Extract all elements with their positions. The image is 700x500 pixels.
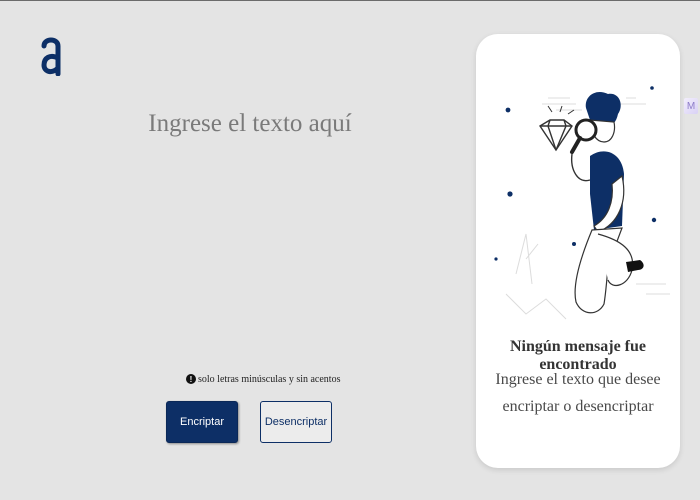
person-with-magnifying-glass-illustration xyxy=(494,86,670,320)
alura-logo-icon[interactable] xyxy=(40,34,62,76)
extension-icon[interactable]: M xyxy=(684,98,698,114)
encrypt-button[interactable]: Encriptar xyxy=(166,401,238,443)
empty-state-description: Ingrese el texto que desee encriptar o d… xyxy=(495,371,661,415)
hint-text: solo letras minúsculas y sin acentos xyxy=(198,373,341,385)
result-panel: Ningún mensaje fue encontrado Ingrese el… xyxy=(476,34,680,468)
input-hint: ! solo letras minúsculas y sin acentos xyxy=(186,372,340,386)
info-icon: ! xyxy=(186,374,196,384)
message-input[interactable] xyxy=(120,100,380,348)
window-top-border xyxy=(0,0,700,1)
decrypt-button[interactable]: Desencriptar xyxy=(260,401,332,443)
